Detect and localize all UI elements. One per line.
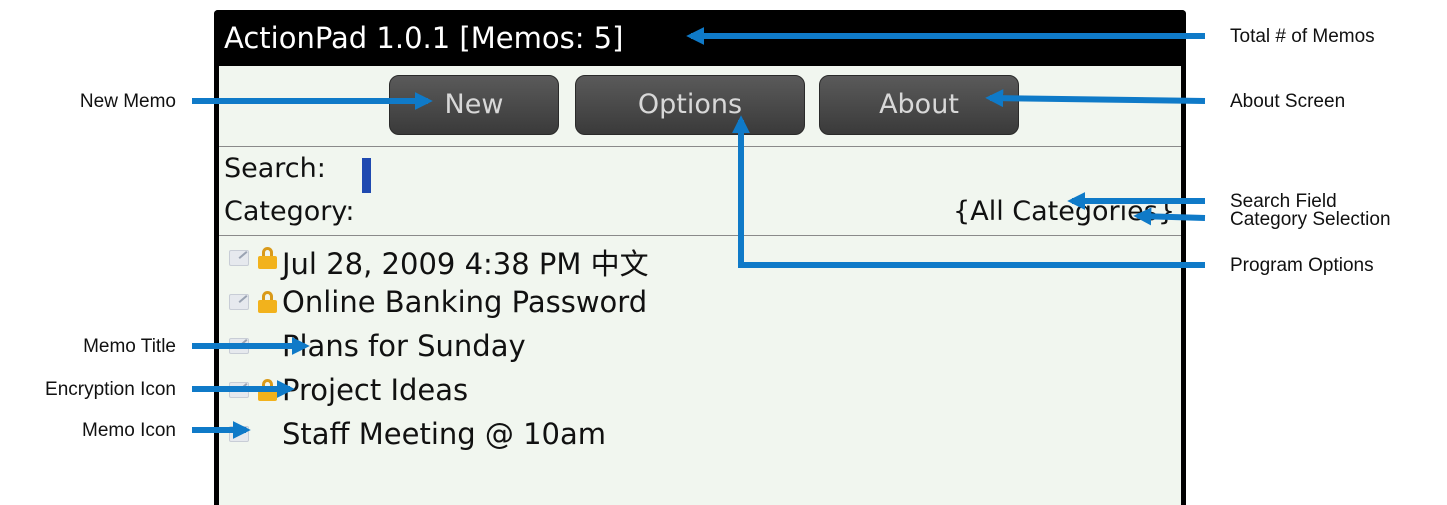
annotation-new-memo: New Memo (79, 91, 176, 112)
arrow-category-selection (1133, 207, 1206, 226)
annotation-encryption-icon: Encryption Icon (45, 379, 176, 400)
arrow-program-options (732, 115, 1205, 268)
annotation-category-selection: Category Selection (1230, 209, 1391, 230)
annotation-about-screen: About Screen (1230, 91, 1346, 112)
annotation-memo-icon: Memo Icon (82, 420, 176, 441)
annotation-arrows (192, 27, 1206, 439)
annotation-program-options: Program Options (1230, 255, 1374, 276)
annotation-memo-title: Memo Title (83, 336, 176, 357)
annotation-total-memos: Total # of Memos (1230, 26, 1375, 47)
arrow-about-screen (985, 89, 1206, 108)
